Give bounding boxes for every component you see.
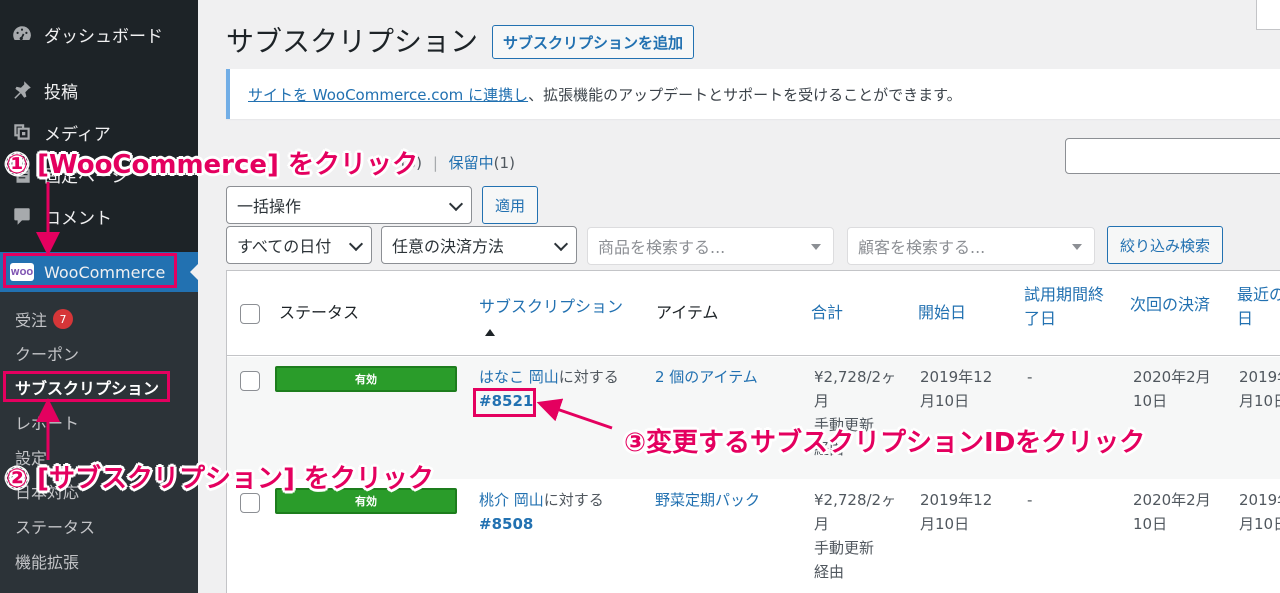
- media-icon: [10, 120, 34, 144]
- menu-dashboard[interactable]: ダッシュボード: [0, 14, 198, 54]
- col-start-date[interactable]: 開始日: [918, 301, 966, 325]
- search-input[interactable]: [1065, 138, 1280, 174]
- submenu-reports[interactable]: レポート: [15, 407, 79, 437]
- subscription-cell: 桃介 岡山に対する #8508: [479, 491, 604, 533]
- pin-icon: [10, 78, 34, 102]
- trial-end-cell: -: [1027, 368, 1033, 386]
- on-hold-count: (1): [493, 154, 515, 172]
- start-date-cell: 2019年12 月10日: [920, 368, 993, 410]
- menu-label: ダッシュボード: [44, 26, 163, 47]
- page-title: サブスクリプション: [226, 25, 479, 58]
- col-total[interactable]: 合計: [811, 301, 843, 325]
- submenu-coupons[interactable]: クーポン: [15, 338, 79, 368]
- apply-button[interactable]: 適用: [482, 186, 539, 224]
- current-menu-pointer: [190, 264, 198, 280]
- menu-label: コメント: [44, 208, 112, 229]
- col-items: アイテム: [656, 303, 719, 322]
- submenu-status[interactable]: ステータス: [15, 511, 95, 541]
- col-last-payment[interactable]: 最近の 日: [1237, 283, 1280, 331]
- submenu-label: 受注: [15, 311, 48, 330]
- subscription-id-highlight-box: [473, 388, 536, 417]
- total-cell: ¥2,728/2ヶ 月 手動更新 経由: [814, 491, 897, 581]
- sort-ascending-icon: [485, 329, 495, 336]
- col-status: ステータス: [279, 303, 360, 322]
- col-label: サブスクリプション: [479, 297, 624, 316]
- comment-icon: [10, 204, 34, 228]
- trial-end-cell: -: [1027, 491, 1033, 509]
- bulk-action-select[interactable]: 一括操作: [226, 186, 472, 224]
- items-cell: 2 個のアイテム: [655, 365, 758, 389]
- menu-comments[interactable]: コメント: [0, 196, 198, 236]
- connect-notice: サイトを WooCommerce.com に連携し 、拡張機能のアップデートとサ…: [226, 69, 1280, 119]
- row-checkbox[interactable]: [240, 371, 260, 391]
- subscriptions-highlight-box: [3, 371, 170, 402]
- product-search-select[interactable]: 商品を検索する...: [587, 227, 834, 265]
- add-subscription-button[interactable]: サブスクリプションを追加: [492, 25, 695, 59]
- caret-down-icon: [1072, 244, 1082, 250]
- chevron-down-icon: [553, 236, 569, 252]
- customer-link[interactable]: 桃介 岡山: [479, 491, 544, 509]
- select-all-checkbox[interactable]: [240, 304, 260, 324]
- last-payment-cell: 2019年 月10日: [1239, 368, 1280, 410]
- caret-down-icon: [811, 244, 821, 250]
- date-filter-select[interactable]: すべての日付: [226, 226, 372, 264]
- woocommerce-highlight-box: [3, 253, 177, 288]
- status-badge: 有効: [275, 366, 457, 392]
- items-cell: 野菜定期パック: [655, 488, 760, 512]
- table-row: 有効 桃介 岡山に対する #8508 野菜定期パック ¥2,728/2ヶ 月 手…: [227, 479, 1280, 593]
- menu-posts[interactable]: 投稿: [0, 70, 198, 110]
- menu-label: メディア: [44, 124, 111, 145]
- dashboard-icon: [10, 22, 34, 46]
- chevron-down-icon: [348, 236, 364, 252]
- main-content: サブスクリプション サブスクリプションを追加 サイトを WooCommerce.…: [198, 0, 1280, 593]
- step2-callout: ② [サブスクリプション] をクリック: [6, 464, 434, 494]
- next-payment-cell: 2020年2月 10日: [1133, 368, 1211, 410]
- menu-label: 投稿: [44, 82, 78, 103]
- items-link[interactable]: 野菜定期パック: [655, 491, 760, 509]
- woocommerce-submenu: 受注 7 クーポン サブスクリプション レポート 設定 日本対応 ステータス 機…: [0, 292, 198, 593]
- admin-sidebar: ダッシュボード 投稿 メディア 固定ページ コメント WOO WooCommer…: [0, 0, 198, 593]
- row-checkbox[interactable]: [240, 493, 260, 513]
- step1-callout: ① [WooCommerce] をクリック: [6, 150, 418, 180]
- col-trial-end[interactable]: 試用期間終 了日: [1024, 283, 1104, 331]
- col-next-payment[interactable]: 次回の決済: [1130, 293, 1210, 317]
- submenu-orders[interactable]: 受注 7: [15, 304, 74, 334]
- customer-search-select[interactable]: 顧客を検索する...: [847, 227, 1095, 265]
- table-header: ステータス サブスクリプション アイテム 合計 開始日 試用期間終 了日 次回の…: [227, 271, 1280, 356]
- orders-count-badge: 7: [53, 309, 74, 329]
- step3-callout: ③変更するサブスクリプションIDをクリック: [624, 428, 1146, 458]
- notice-text: 、拡張機能のアップデートとサポートを受けることができます。: [528, 85, 962, 104]
- connect-link[interactable]: サイトを WooCommerce.com に連携し: [248, 84, 528, 105]
- subscription-id-link[interactable]: #8508: [479, 515, 533, 533]
- start-date-cell: 2019年12 月10日: [920, 491, 993, 533]
- col-subscription[interactable]: サブスクリプション: [479, 295, 623, 343]
- next-payment-cell: 2020年2月 10日: [1133, 491, 1211, 533]
- select-value: 任意の決済方法: [392, 237, 505, 256]
- payment-method-select[interactable]: 任意の決済方法: [381, 226, 577, 264]
- filter-button[interactable]: 絞り込み検索: [1107, 226, 1224, 264]
- screen-options-button[interactable]: [1256, 0, 1280, 30]
- select-value: 一括操作: [237, 197, 302, 216]
- items-link[interactable]: 2 個のアイテム: [655, 368, 758, 386]
- select-value: すべての日付: [237, 237, 332, 256]
- submenu-extensions[interactable]: 機能拡張: [15, 546, 79, 576]
- select-placeholder: 顧客を検索する...: [858, 238, 986, 257]
- chevron-down-icon: [448, 196, 464, 212]
- last-payment-cell: 2019年 月10日: [1239, 491, 1280, 533]
- customer-link[interactable]: はなこ 岡山: [479, 368, 559, 386]
- view-on-hold[interactable]: 保留中: [449, 154, 494, 172]
- select-placeholder: 商品を検索する...: [598, 238, 726, 257]
